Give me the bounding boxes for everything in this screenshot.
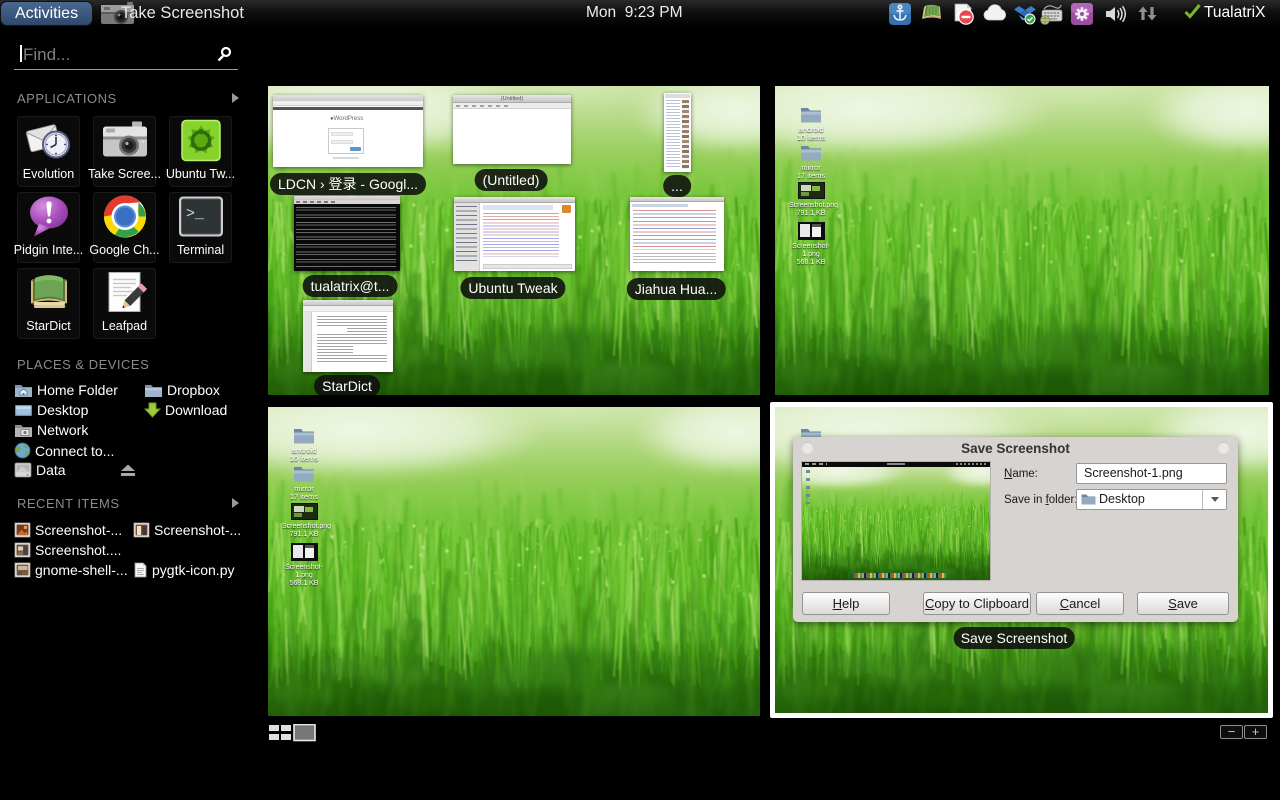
svg-text:>_: >_ — [186, 206, 205, 223]
